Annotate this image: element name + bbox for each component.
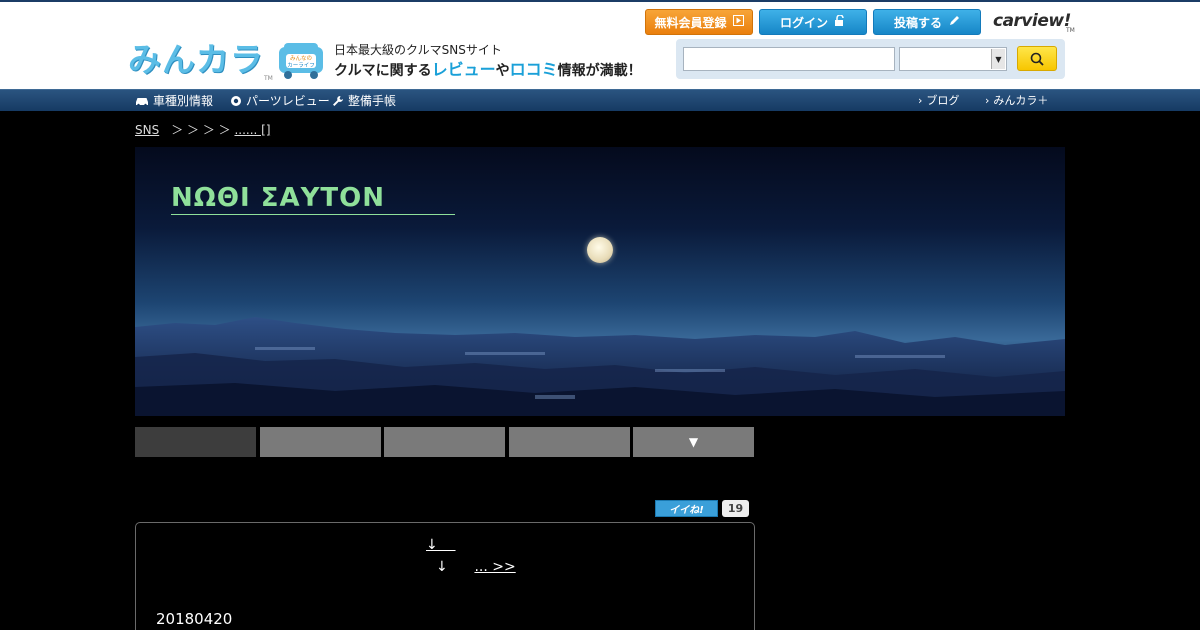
nav-blog-label: ブログ (926, 94, 960, 107)
svg-text:カーライフ: カーライフ (287, 62, 315, 69)
post-content: ↓ ↓ ... >> 20180420 (135, 522, 755, 630)
breadcrumb-separators: ＞ ＞ ＞ ＞ (159, 123, 235, 137)
iine-count: 19 (722, 500, 749, 517)
wrench-icon (333, 96, 343, 106)
tagline-part: や (495, 63, 510, 79)
blog-title[interactable]: ΝΩΘΙ ΣΑΥΤΟΝ (171, 183, 455, 215)
chevron-right-icon: › (985, 94, 990, 107)
unlock-icon (834, 13, 846, 30)
breadcrumb: SNS ＞ ＞ ＞ ＞ ...... [] (135, 121, 271, 138)
tab-2[interactable] (260, 427, 381, 457)
svg-text:みんなの: みんなの (290, 55, 312, 62)
minkara-logo[interactable]: みんカラ TM (128, 40, 273, 82)
nav-maintenance[interactable]: 整備手帳 (332, 93, 396, 109)
tab-4[interactable] (509, 427, 630, 457)
site-tagline: 日本最大級のクルマSNSサイト クルマに関するレビューやロコミ情報が満載！ (334, 42, 642, 82)
breadcrumb-current[interactable]: ...... [] (234, 123, 270, 137)
tagline-part: クルマに関する (334, 63, 432, 79)
blog-header-image: ΝΩΘΙ ΣΑΥΤΟΝ (135, 147, 1065, 416)
tab-more[interactable]: ▼ (633, 427, 754, 457)
post-date: 20180420 (156, 610, 233, 628)
moon-image (587, 237, 613, 263)
tagline-part: 情報が満載！ (557, 63, 642, 79)
chevron-right-icon: › (918, 94, 923, 107)
nav-minkara-plus-label: みんカラ＋ (993, 94, 1049, 107)
search-area: ▼ (676, 39, 1065, 79)
post-label: 投稿する (893, 15, 942, 30)
tab-3[interactable] (384, 427, 505, 457)
tagline-line-1: 日本最大級のクルマSNSサイト (334, 43, 502, 57)
nav-car-info[interactable]: 車種別情報 (135, 93, 213, 109)
down-arrow-text: ↓ (436, 559, 448, 575)
logo-text: みんカラ (128, 40, 264, 79)
global-nav: 車種別情報 パーツレビュー 整備手帳 › ブログ › みんカラ＋ (0, 89, 1200, 111)
iine-label: イイね! (669, 505, 704, 516)
read-more-link[interactable]: ... >> (474, 559, 515, 575)
login-button[interactable]: ログイン (759, 9, 867, 35)
play-icon (732, 15, 744, 29)
search-category-select[interactable]: ▼ (899, 47, 1007, 71)
pen-icon (948, 15, 960, 30)
tagline-kuchikomi: ロコミ (509, 60, 558, 79)
nav-minkara-plus[interactable]: › みんカラ＋ (985, 93, 1048, 109)
login-label: ログイン (779, 15, 828, 30)
carview-tm: TM (1066, 27, 1075, 34)
triangle-down-icon: ▼ (688, 435, 699, 449)
chevron-down-icon: ▼ (991, 49, 1005, 69)
nav-car-info-label: 車種別情報 (153, 94, 214, 108)
car-mascot-icon: みんなの カーライフ (279, 43, 323, 79)
search-button[interactable] (1017, 46, 1057, 71)
nav-maintenance-label: 整備手帳 (348, 94, 397, 108)
car-icon (136, 98, 148, 106)
tab-1[interactable] (135, 427, 256, 457)
nav-blog[interactable]: › ブログ (918, 93, 959, 109)
tire-icon (231, 96, 241, 106)
tagline-review: レビュー (431, 60, 496, 79)
search-input[interactable] (683, 47, 895, 71)
register-label: 無料会員登録 (654, 15, 727, 30)
search-icon (1030, 52, 1044, 66)
nav-parts-review[interactable]: パーツレビュー (230, 93, 330, 109)
iine-button[interactable]: イイね! (655, 500, 718, 517)
post-link-1[interactable]: ↓ (426, 537, 456, 553)
register-button[interactable]: 無料会員登録 (645, 9, 753, 35)
logo-tm: TM (264, 75, 273, 82)
tagline-line-2: クルマに関するレビューやロコミ情報が満載！ (334, 59, 642, 82)
post-button[interactable]: 投稿する (873, 9, 981, 35)
carview-logo[interactable]: carview! (993, 11, 1071, 31)
post-line-2: ↓ ... >> (436, 559, 516, 575)
breadcrumb-sns-link[interactable]: SNS (135, 123, 159, 137)
nav-parts-review-label: パーツレビュー (246, 94, 330, 108)
site-header: みんカラ TM みんなの カーライフ 日本最大級のクルマSNSサイト クルマに関… (0, 0, 1200, 89)
